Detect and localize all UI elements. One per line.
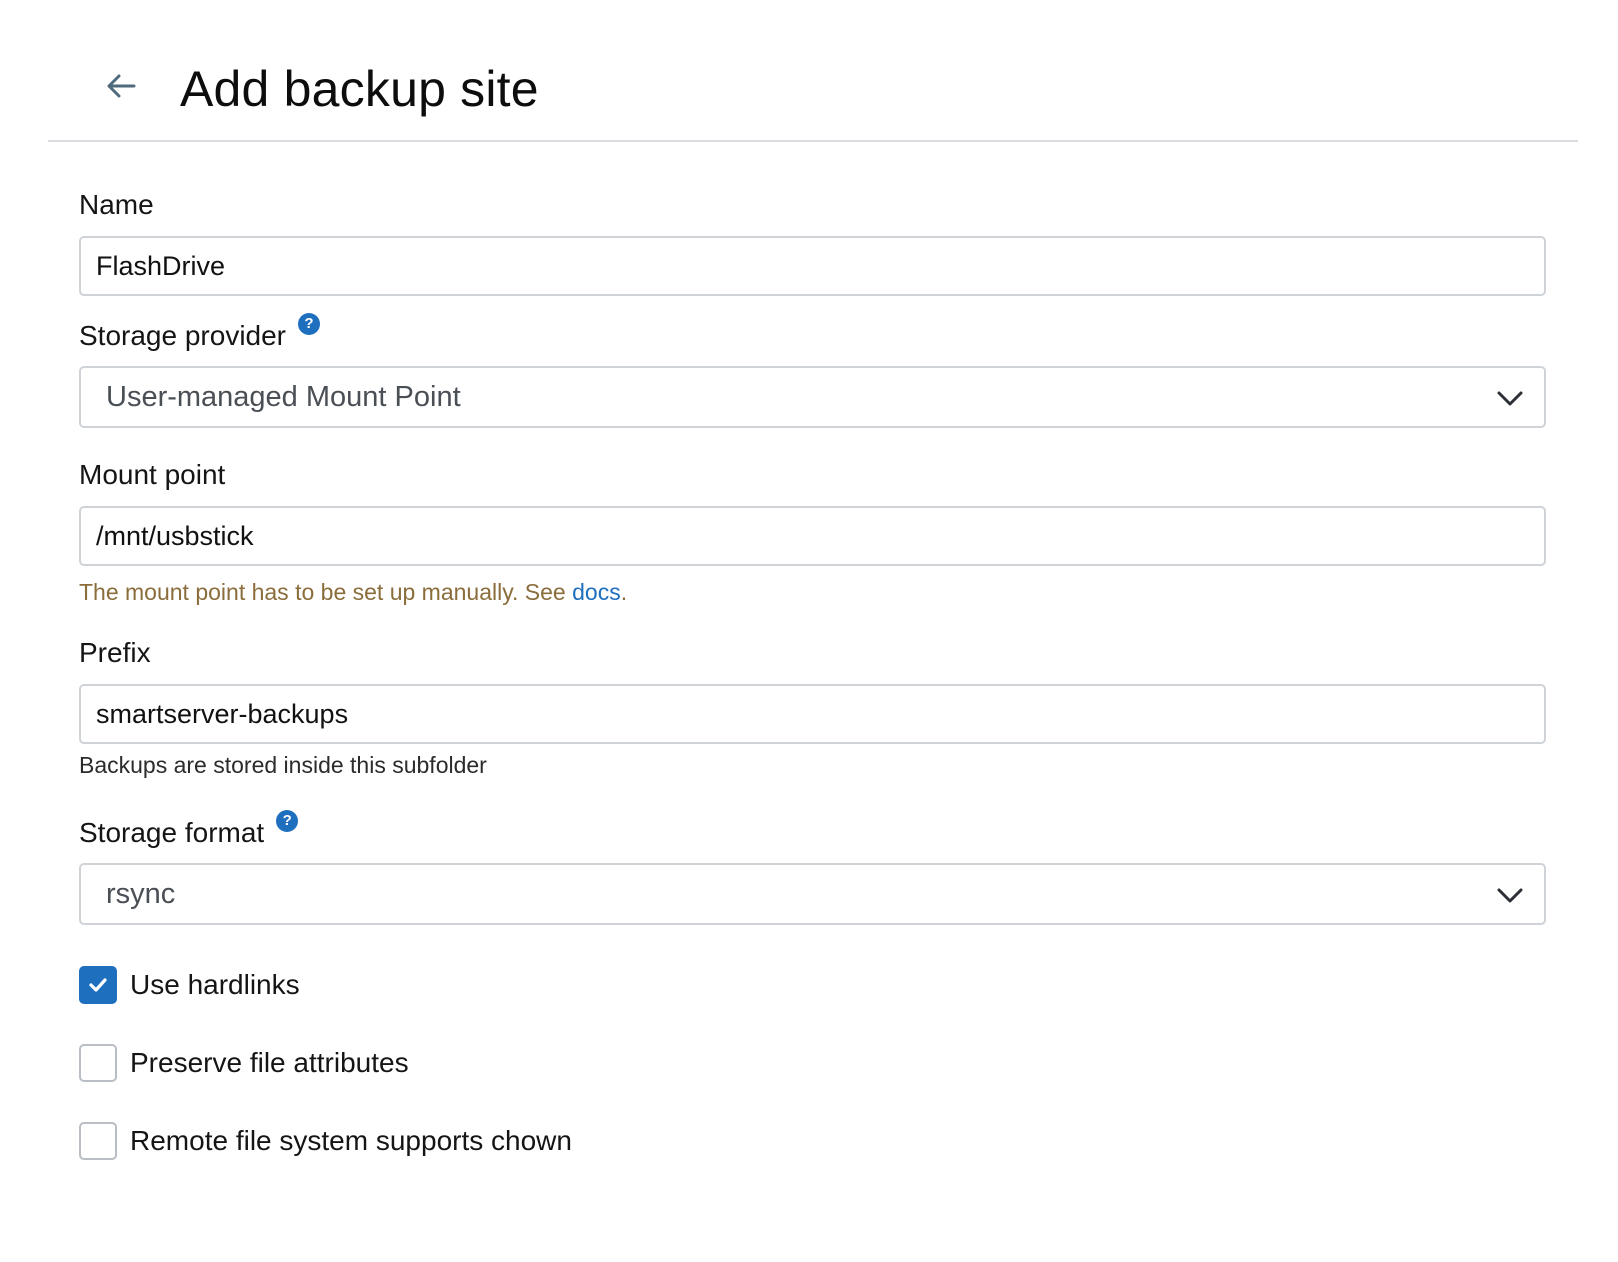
name-label-text: Name — [79, 189, 154, 220]
storage-format-help-icon[interactable]: ? — [276, 810, 299, 832]
mount-point-warning: The mount point has to be set up manuall… — [79, 577, 627, 607]
page-header: Add backup site — [48, 0, 1578, 142]
prefix-label-text: Prefix — [79, 637, 151, 668]
storage-provider-label-text: Storage provider — [79, 320, 287, 351]
chevron-down-icon — [1497, 888, 1523, 903]
use-hardlinks-option[interactable]: Use hardlinks — [79, 965, 300, 1005]
prefix-helper-text: Backups are stored inside this subfolder — [79, 752, 487, 778]
use-hardlinks-checkbox[interactable] — [79, 966, 117, 1004]
name-label: Name — [79, 187, 154, 223]
mount-point-label: Mount point — [79, 457, 225, 493]
use-hardlinks-label[interactable]: Use hardlinks — [130, 969, 300, 1001]
chevron-down-icon — [1497, 391, 1523, 406]
storage-format-label-text: Storage format — [79, 817, 265, 848]
supports-chown-checkbox[interactable] — [79, 1122, 117, 1160]
checkmark-icon — [89, 978, 107, 992]
mount-point-warning-suffix: . — [620, 579, 628, 605]
preserve-attributes-label[interactable]: Preserve file attributes — [130, 1047, 409, 1079]
supports-chown-label[interactable]: Remote file system supports chown — [130, 1125, 572, 1157]
page-title: Add backup site — [180, 61, 539, 117]
prefix-input[interactable] — [79, 684, 1546, 744]
name-input[interactable] — [79, 236, 1546, 296]
storage-provider-select[interactable]: User-managed Mount Point — [79, 366, 1546, 428]
storage-provider-selected: User-managed Mount Point — [106, 381, 461, 413]
mount-point-input[interactable] — [79, 506, 1546, 566]
preserve-attributes-option[interactable]: Preserve file attributes — [79, 1043, 409, 1083]
storage-provider-help-icon[interactable]: ? — [298, 313, 321, 335]
mount-point-warning-text: The mount point has to be set up manuall… — [79, 579, 573, 605]
storage-provider-label: Storage provider ? — [79, 313, 321, 354]
back-button[interactable] — [98, 63, 144, 109]
prefix-label: Prefix — [79, 635, 151, 671]
arrow-left-icon — [107, 74, 136, 98]
mount-point-label-text: Mount point — [79, 459, 226, 490]
storage-format-select[interactable]: rsync — [79, 863, 1546, 925]
preserve-attributes-checkbox[interactable] — [79, 1044, 117, 1082]
storage-format-selected: rsync — [106, 878, 176, 910]
storage-format-label: Storage format ? — [79, 810, 299, 851]
supports-chown-option[interactable]: Remote file system supports chown — [79, 1121, 572, 1161]
docs-link[interactable]: docs — [572, 579, 621, 605]
